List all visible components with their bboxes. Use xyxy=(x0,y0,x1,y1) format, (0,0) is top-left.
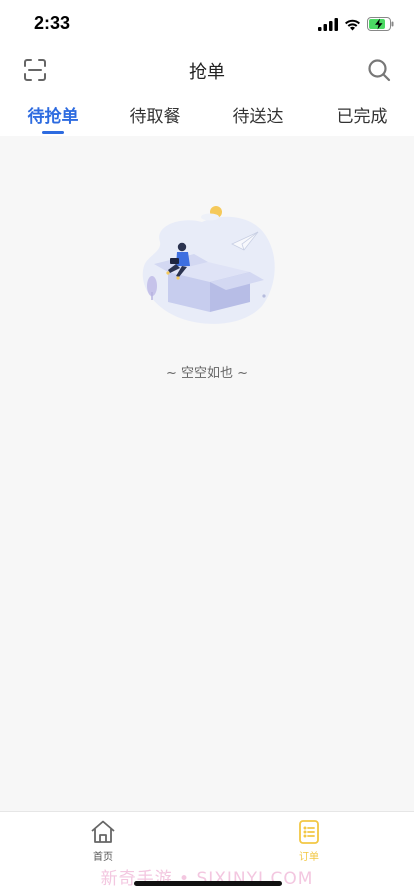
tab-pending-delivery[interactable]: 待送达 xyxy=(213,102,303,127)
wifi-icon xyxy=(345,19,360,30)
status-bar: 2:33 xyxy=(0,0,414,48)
active-tab-indicator xyxy=(42,131,64,134)
page-title: 抢单 xyxy=(189,62,225,83)
empty-state-message: ~ 空空如也 ~ xyxy=(165,366,249,381)
order-tabs: 待抢单 待取餐 待送达 已完成 xyxy=(0,92,414,136)
status-time: 2:33 xyxy=(34,13,71,33)
bottom-nav-orders[interactable]: 订单 xyxy=(279,818,339,863)
bottom-nav-home-label: 首页 xyxy=(93,852,113,863)
bottom-nav-home[interactable]: 首页 xyxy=(73,818,133,863)
search-button[interactable] xyxy=(366,57,392,83)
empty-box-illustration xyxy=(142,206,275,324)
status-icons xyxy=(318,16,394,32)
cellular-signal-icon xyxy=(318,17,338,31)
header: 抢单 xyxy=(0,48,414,92)
tab-completed[interactable]: 已完成 xyxy=(317,102,407,127)
tab-pending-grab[interactable]: 待抢单 xyxy=(8,102,98,127)
home-icon xyxy=(91,820,115,843)
battery-charging-icon xyxy=(367,17,394,31)
tab-pending-pickup[interactable]: 待取餐 xyxy=(110,102,200,127)
bottom-nav-orders-label: 订单 xyxy=(299,852,319,863)
order-list-icon xyxy=(299,820,319,844)
home-indicator xyxy=(134,881,282,886)
search-icon xyxy=(368,59,391,82)
